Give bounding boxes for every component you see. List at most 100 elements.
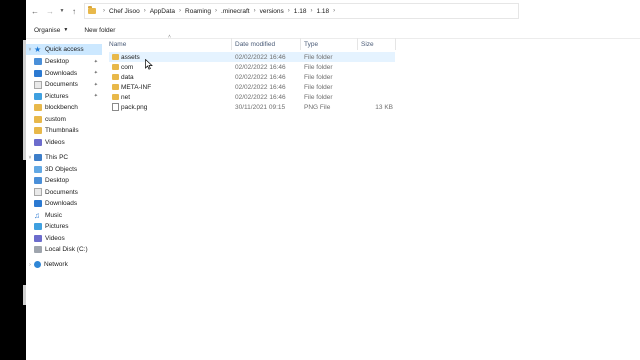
nav-item-label: Quick access	[45, 46, 84, 53]
nav-item-music[interactable]: ♫ Music	[26, 210, 102, 221]
folder-icon	[34, 127, 42, 134]
nav-item-desktop[interactable]: Desktop ✦	[26, 56, 102, 67]
column-header-type[interactable]: Type	[304, 41, 318, 48]
nav-item-label: Local Disk (C:)	[45, 246, 88, 253]
back-arrow-icon[interactable]: ←	[29, 4, 41, 18]
chevron-down-icon[interactable]: ˅	[26, 155, 34, 161]
videos-icon	[34, 234, 42, 242]
chevron-right-icon: ›	[333, 8, 336, 14]
nav-item-videos[interactable]: Videos	[26, 137, 102, 148]
chevron-right-icon: ›	[215, 8, 218, 14]
folder-icon	[112, 54, 119, 60]
file-row-pack-png[interactable]: pack.png 30/11/2021 09:15 PNG File 13 KB	[109, 102, 395, 112]
file-size: 13 KB	[375, 103, 393, 111]
file-date: 02/02/2022 16:46	[235, 93, 286, 101]
nav-item-pc-documents[interactable]: Documents	[26, 187, 102, 198]
nav-item-downloads[interactable]: Downloads ✦	[26, 68, 102, 79]
nav-item-this-pc[interactable]: ˅ This PC	[26, 152, 102, 163]
folder-icon	[112, 94, 119, 100]
folder-icon	[112, 84, 119, 90]
breadcrumb-item[interactable]: Roaming	[185, 8, 211, 15]
file-name: net	[121, 93, 131, 101]
column-header-row: Name Date modified Type Size	[109, 38, 399, 50]
nav-item-pc-downloads[interactable]: Downloads	[26, 198, 102, 209]
pin-icon: ✦	[93, 58, 98, 65]
file-type: File folder	[304, 73, 333, 81]
nav-item-blockbench[interactable]: blockbench	[26, 102, 102, 113]
nav-item-pc-pictures[interactable]: Pictures	[26, 221, 102, 232]
computer-icon	[34, 154, 42, 161]
address-field[interactable]: › Chef Jisoo › AppData › Roaming › .mine…	[84, 3, 519, 19]
nav-item-label: 3D Objects	[45, 165, 78, 173]
folder-icon	[112, 74, 119, 80]
nav-item-3d-objects[interactable]: 3D Objects	[26, 164, 102, 175]
nav-item-pc-desktop[interactable]: Desktop	[26, 175, 102, 186]
nav-item-label: Network	[44, 261, 68, 268]
breadcrumb-item[interactable]: 1.18	[316, 8, 329, 15]
nav-item-label: Thumbnails	[45, 127, 79, 134]
up-arrow-icon[interactable]: ↑	[68, 4, 80, 18]
star-icon: ★	[34, 45, 42, 54]
column-header-size[interactable]: Size	[361, 41, 374, 48]
nav-item-quick-access[interactable]: ˅ ★ Quick access	[26, 44, 102, 55]
breadcrumb-item[interactable]: Chef Jisoo	[109, 8, 140, 15]
nav-item-label: Desktop	[45, 177, 69, 184]
folder-icon	[34, 115, 42, 123]
file-name: META-INF	[121, 83, 152, 91]
chevron-right-icon: ›	[179, 8, 182, 14]
file-date: 30/11/2021 09:15	[235, 103, 286, 111]
column-divider[interactable]	[231, 38, 232, 50]
chevron-right-icon: ›	[287, 8, 290, 14]
file-explorer-window: ← → ▼ ↑ › Chef Jisoo › AppData › Roaming…	[26, 0, 640, 360]
navigation-pane: ˅ ★ Quick access Desktop ✦ Downloads ✦ D…	[26, 40, 102, 360]
document-icon	[34, 188, 42, 196]
breadcrumb-item[interactable]: 1.18	[294, 8, 307, 15]
file-row-net[interactable]: net 02/02/2022 16:46 File folder	[109, 92, 395, 102]
organise-button[interactable]: Organise ▼	[26, 22, 76, 38]
pictures-icon	[34, 92, 42, 100]
column-header-name[interactable]: Name	[109, 41, 126, 48]
column-divider[interactable]	[300, 38, 301, 50]
nav-item-network[interactable]: › Network	[26, 259, 102, 270]
nav-item-label: Music	[45, 211, 62, 219]
chevron-right-icon: ›	[310, 8, 313, 14]
recent-locations-chevron-icon[interactable]: ▼	[59, 4, 65, 18]
file-type: File folder	[304, 93, 333, 101]
organise-label: Organise	[34, 26, 61, 34]
file-type: File folder	[304, 63, 333, 71]
nav-item-label: Downloads	[45, 200, 78, 207]
pictures-icon	[34, 223, 42, 230]
nav-item-documents[interactable]: Documents ✦	[26, 79, 102, 90]
download-icon	[34, 69, 42, 77]
download-icon	[34, 200, 42, 207]
column-divider[interactable]	[395, 38, 396, 50]
column-header-date-modified[interactable]: Date modified	[235, 41, 275, 48]
nav-item-label: This PC	[45, 154, 69, 161]
breadcrumb-item[interactable]: AppData	[150, 8, 175, 15]
file-name: assets	[121, 53, 140, 61]
file-row-meta-inf[interactable]: META-INF 02/02/2022 16:46 File folder	[109, 82, 395, 92]
breadcrumb-item[interactable]: .minecraft	[221, 8, 250, 15]
forward-arrow-icon[interactable]: →	[44, 4, 56, 18]
desktop-icon	[34, 58, 42, 65]
column-divider[interactable]	[357, 38, 358, 50]
nav-item-pc-videos[interactable]: Videos	[26, 233, 102, 244]
nav-item-label: blockbench	[45, 104, 78, 111]
chevron-right-icon: ›	[253, 8, 256, 14]
folder-icon	[34, 104, 42, 111]
breadcrumb-item[interactable]: versions	[260, 8, 284, 15]
nav-item-label: custom	[45, 115, 66, 123]
image-file-icon	[112, 103, 119, 111]
nav-item-local-disk[interactable]: Local Disk (C:)	[26, 244, 102, 255]
file-type: File folder	[304, 83, 333, 91]
nav-item-custom[interactable]: custom	[26, 114, 102, 125]
file-row-data[interactable]: data 02/02/2022 16:46 File folder	[109, 72, 395, 82]
nav-item-thumbnails[interactable]: Thumbnails	[26, 125, 102, 136]
new-folder-button[interactable]: New folder	[76, 22, 123, 38]
nav-item-label: Desktop	[45, 58, 69, 65]
chevron-down-icon[interactable]: ˅	[26, 47, 34, 53]
nav-item-pictures[interactable]: Pictures ✦	[26, 91, 102, 102]
chevron-right-icon[interactable]: ›	[26, 262, 34, 268]
music-note-icon: ♫	[34, 210, 40, 220]
network-icon	[34, 261, 41, 268]
